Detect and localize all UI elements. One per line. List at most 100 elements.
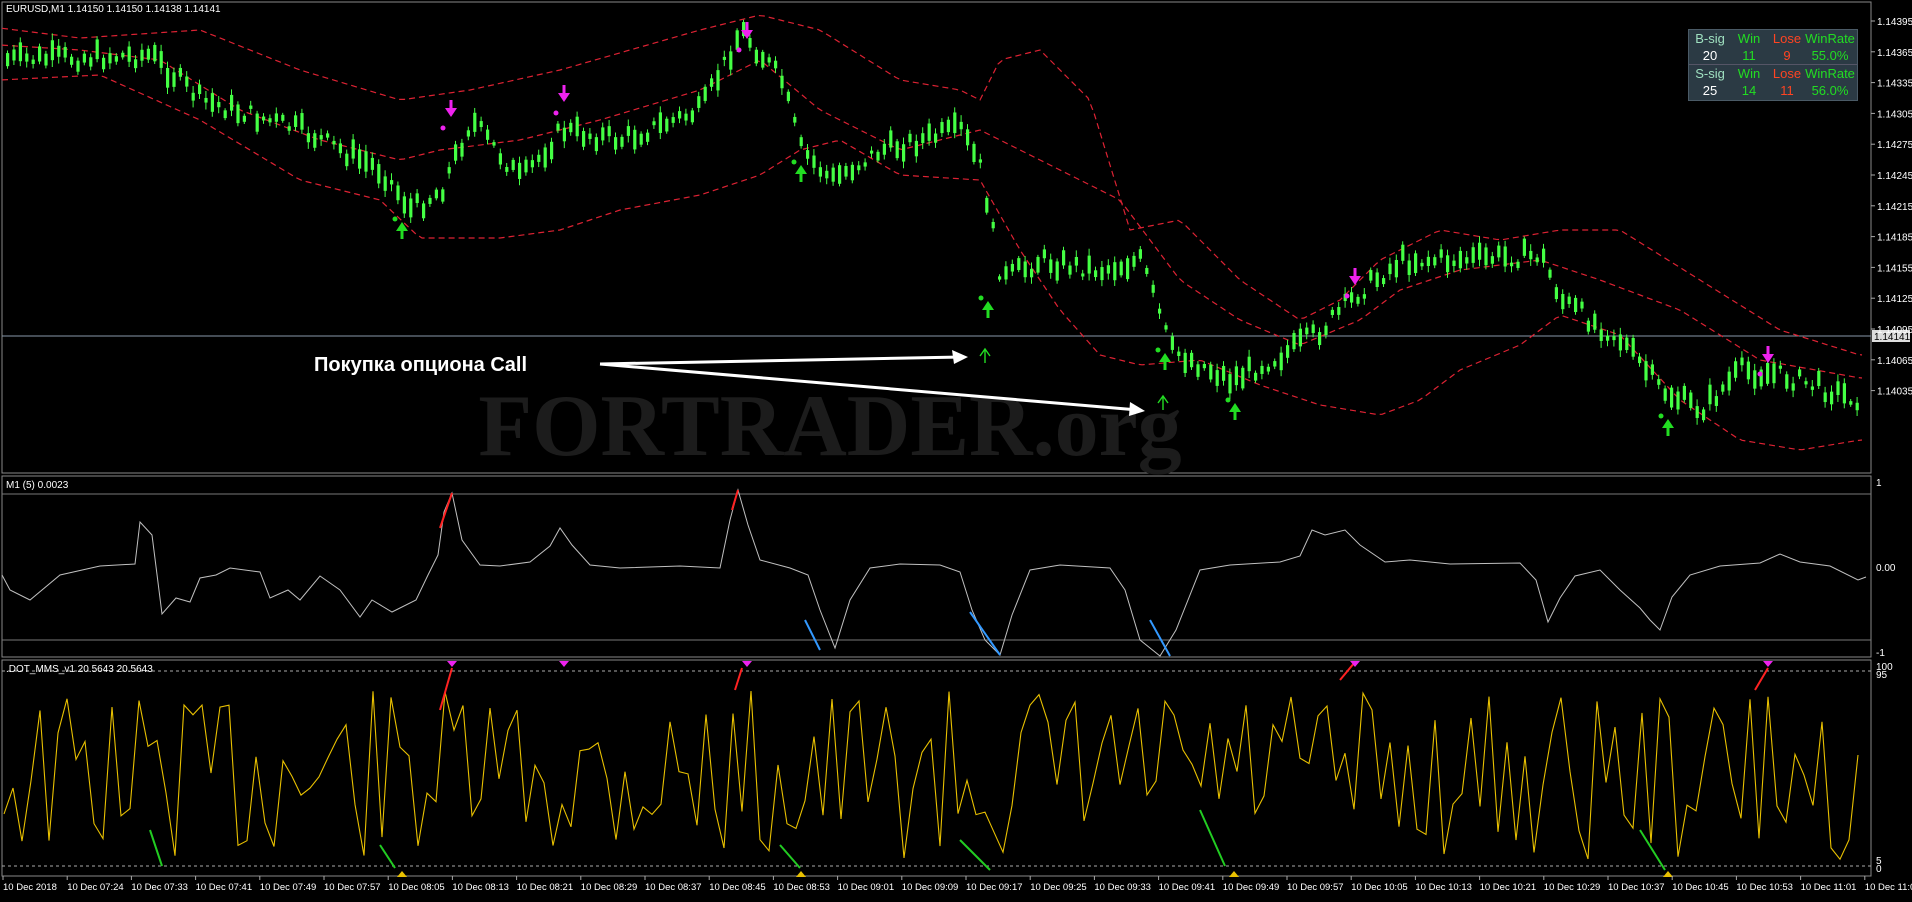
candle-body: [1106, 265, 1110, 274]
candle-body: [1298, 328, 1302, 347]
candle-body: [422, 203, 426, 219]
candle-body: [985, 197, 989, 213]
candle-body: [1164, 325, 1168, 330]
dot-sell-marker: [559, 661, 569, 667]
price-tick-label: 1.14365: [1877, 48, 1912, 59]
candle-body: [953, 112, 957, 134]
candle-body: [588, 133, 592, 139]
time-tick-label: 10 Dec 10:45: [1672, 882, 1729, 893]
candle-body: [1362, 294, 1366, 299]
candle-body: [710, 78, 714, 87]
dot-sell-marker: [742, 661, 752, 667]
candle-body: [326, 133, 330, 138]
candle-body: [268, 118, 272, 123]
candle-body: [76, 60, 80, 72]
candle-body: [185, 76, 189, 87]
candle-body: [1228, 374, 1232, 394]
buy-arrow: [795, 165, 807, 182]
candle-body: [1100, 267, 1104, 281]
candle-body: [1145, 267, 1149, 274]
annotation-text: Покупка опциона Call: [314, 354, 527, 376]
osc-oversold-segment: [969, 611, 1001, 656]
candle-body: [345, 153, 349, 167]
candle-body: [1247, 356, 1251, 372]
time-tick-label: 10 Dec 08:45: [709, 882, 766, 893]
candle-body: [1465, 257, 1469, 264]
candle-body: [114, 56, 118, 62]
candle-body: [1612, 336, 1616, 341]
candle-body: [921, 133, 925, 144]
candle-body: [454, 144, 458, 161]
candle-body: [1094, 270, 1098, 278]
candle-body: [1842, 383, 1846, 404]
time-axis: 10 Dec 2018 10 Dec 07:24 10 Dec 07:33 10 De…: [2, 876, 1912, 893]
candle-body: [44, 53, 48, 66]
candle-body: [754, 49, 758, 64]
candle-body: [300, 113, 304, 130]
candle-body: [1222, 365, 1226, 381]
candle-body: [1740, 357, 1744, 366]
candle-body: [108, 53, 112, 64]
candle-body: [908, 133, 912, 143]
price-tick-label: 1.14095: [1877, 325, 1912, 336]
candle-body: [358, 149, 362, 169]
candle-body: [498, 153, 502, 165]
candle-body: [1625, 337, 1629, 350]
buy-win-count: 11: [1742, 48, 1756, 63]
main-chart-title: EURUSD,M1 1.14150 1.14150 1.14138 1.1414…: [6, 4, 221, 15]
candle-body: [556, 123, 560, 131]
annotation-arrowhead-1: [952, 350, 968, 364]
candle-body: [665, 118, 669, 132]
chart-canvas[interactable]: FORTRADER.org 1.14141 Покупка опциона Ca…: [0, 0, 1912, 897]
candle-body: [1375, 272, 1379, 288]
time-tick-label: 10 Dec 10:05: [1351, 882, 1408, 893]
time-tick-label: 10 Dec 10:13: [1415, 882, 1472, 893]
dot-buy-marker: [1229, 871, 1239, 877]
candle-body: [1734, 361, 1738, 378]
candle-body: [396, 185, 400, 201]
candle-body: [121, 52, 125, 58]
candle-body: [198, 84, 202, 95]
buy-rate-label: WinRate: [1805, 31, 1855, 46]
annotation-arrow-1: [599, 355, 963, 366]
candle-body: [697, 96, 701, 108]
candle-body: [978, 159, 982, 163]
candle-body: [1426, 256, 1430, 266]
candle-body: [50, 40, 54, 61]
candle-body: [1324, 325, 1328, 336]
candle-body: [223, 110, 227, 119]
candle-body: [383, 176, 387, 191]
price-tick-label: 1.14155: [1877, 263, 1912, 274]
sell-win-label: Win: [1737, 66, 1761, 81]
candle-body: [441, 189, 445, 202]
sell-rate-label: WinRate: [1805, 66, 1855, 81]
candle-body: [351, 139, 355, 159]
candle-body: [799, 137, 803, 147]
time-tick-label: 10 Dec 08:13: [452, 882, 509, 893]
time-tick-label: 10 Dec 09:33: [1094, 882, 1151, 893]
dot-sell-marker: [1763, 661, 1773, 667]
time-tick-label: 10 Dec 09:01: [838, 882, 895, 893]
candle-body: [1356, 296, 1360, 304]
dot-buy-marker: [796, 871, 806, 877]
dot-indicator-label: .DOT_MMS_v1 20.5643 20.5643: [6, 664, 153, 675]
candle-body: [511, 159, 515, 170]
candle-body: [178, 67, 182, 77]
candle-body: [786, 91, 790, 102]
candle-body: [1023, 261, 1027, 278]
candle-body: [1836, 381, 1840, 396]
candle-body: [1286, 345, 1290, 358]
candle-body: [466, 130, 470, 137]
candle-body: [1260, 365, 1264, 374]
sell-win-count: 14: [1741, 83, 1757, 98]
candle-body: [1190, 352, 1194, 368]
candle-body: [889, 130, 893, 148]
price-tick-label: 1.14185: [1877, 233, 1912, 244]
candle-body: [652, 121, 656, 126]
candle-body: [639, 133, 643, 145]
candle-body: [1804, 381, 1808, 385]
price-tick-label: 1.14245: [1877, 171, 1912, 182]
candle-body: [1849, 401, 1853, 405]
candle-body: [1215, 370, 1219, 386]
candle-body: [1279, 352, 1283, 371]
